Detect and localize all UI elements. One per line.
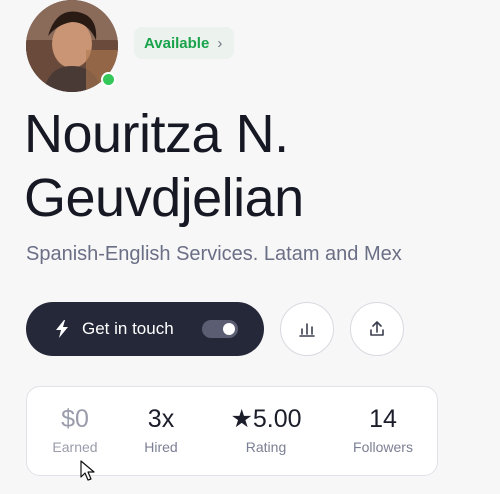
stat-earned: $0 Earned (49, 403, 101, 455)
stat-followers-value: 14 (369, 405, 397, 433)
share-icon (370, 321, 384, 336)
get-in-touch-button[interactable]: Get in touch (26, 302, 264, 356)
profile-tagline: Spanish-English Services. Latam and Mex (26, 243, 402, 265)
online-status-dot (101, 72, 116, 87)
profile-name-line1: Nouritza N. (24, 104, 289, 164)
availability-badge[interactable]: Available › (134, 27, 235, 59)
stats-button[interactable] (280, 302, 334, 356)
stat-rating: ★5.00 Rating (219, 403, 313, 455)
bolt-icon (56, 320, 68, 338)
stat-rating-value: ★5.00 (230, 405, 302, 433)
mouse-cursor-icon (80, 460, 95, 481)
chevron-right-icon: › (217, 34, 223, 52)
stat-hired: 3x Hired (135, 403, 187, 455)
profile-name-line2: Geuvdjelian (24, 168, 304, 228)
get-in-touch-label: Get in touch (82, 319, 174, 338)
stat-earned-value: $0 (61, 405, 89, 433)
stat-earned-label: Earned (52, 439, 98, 455)
profile-name: Nouritza N. Geuvdjelian (24, 102, 304, 230)
stat-rating-label: Rating (245, 439, 287, 455)
availability-toggle[interactable] (202, 320, 238, 338)
stat-followers: 14 Followers (343, 403, 423, 455)
stat-hired-value: 3x (147, 405, 175, 433)
share-button[interactable] (350, 302, 404, 356)
stat-hired-label: Hired (144, 439, 178, 455)
availability-label: Available (144, 34, 210, 52)
toggle-knob (223, 323, 235, 335)
bar-chart-icon (299, 323, 315, 337)
stat-followers-label: Followers (353, 439, 413, 455)
